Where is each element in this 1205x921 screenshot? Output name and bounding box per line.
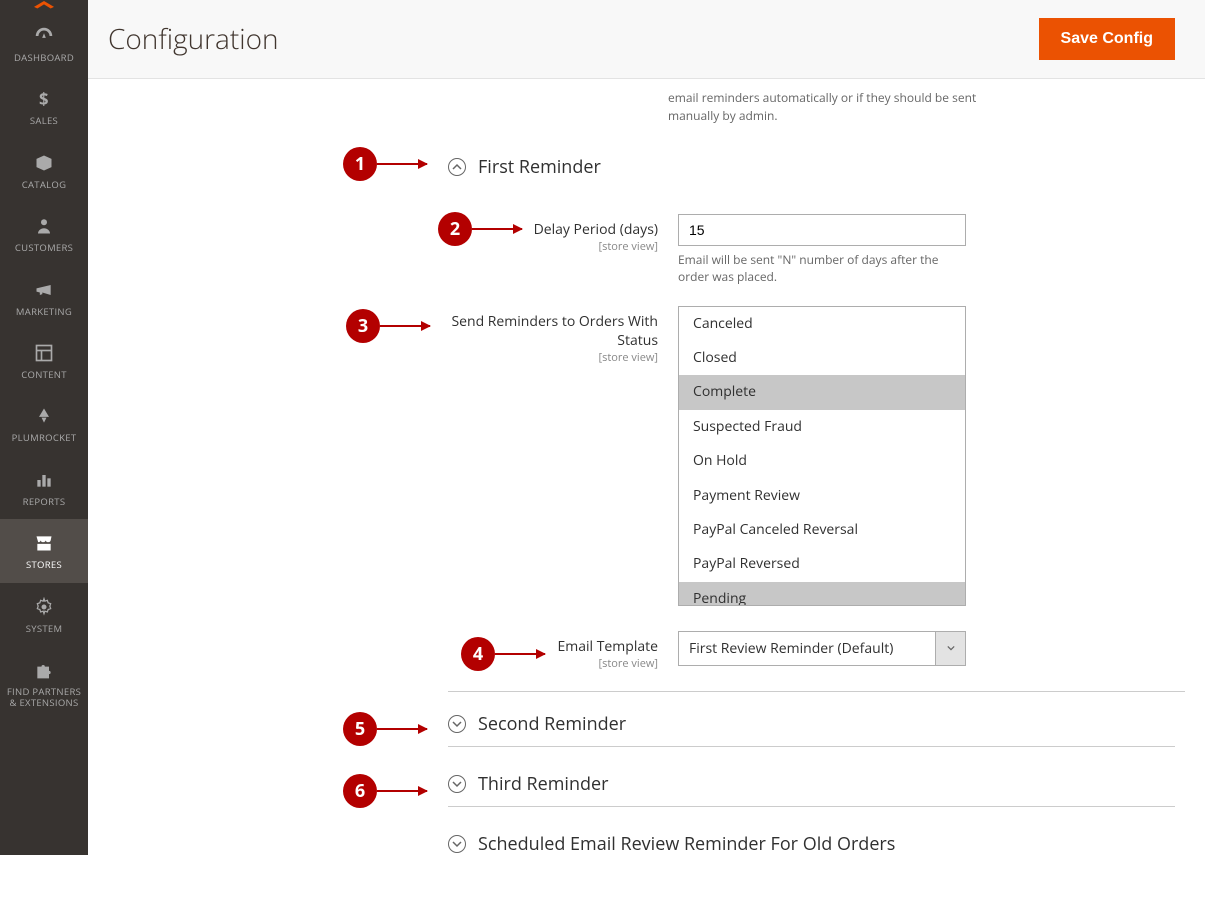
page-title: Configuration bbox=[108, 20, 279, 58]
annotation-1: 1 bbox=[343, 147, 427, 181]
section-first-reminder: First Reminder bbox=[448, 155, 1175, 179]
status-option[interactable]: Canceled bbox=[679, 307, 965, 341]
chevron-down-icon bbox=[452, 719, 462, 729]
megaphone-icon bbox=[32, 278, 56, 302]
admin-sidebar: DASHBOARD $ SALES CATALOG CUSTOMERS MARK… bbox=[0, 0, 88, 855]
section-title-second: Second Reminder bbox=[478, 712, 626, 736]
puzzle-icon bbox=[32, 658, 56, 682]
status-option[interactable]: Suspected Fraud bbox=[679, 410, 965, 444]
status-option[interactable]: PayPal Canceled Reversal bbox=[679, 513, 965, 547]
section-third-reminder: Third Reminder bbox=[448, 772, 1175, 807]
status-option[interactable]: PayPal Reversed bbox=[679, 547, 965, 581]
sidebar-item-catalog[interactable]: CATALOG bbox=[0, 139, 88, 202]
sidebar-item-customers[interactable]: CUSTOMERS bbox=[0, 202, 88, 265]
section-scheduled-reminder: Scheduled Email Review Reminder For Old … bbox=[448, 832, 1175, 856]
save-config-button[interactable]: Save Config bbox=[1039, 18, 1175, 60]
top-hint-text: email reminders automatically or if they… bbox=[668, 89, 1008, 125]
status-option[interactable]: Closed bbox=[679, 341, 965, 375]
status-option[interactable]: Payment Review bbox=[679, 479, 965, 513]
sidebar-item-stores[interactable]: STORES bbox=[0, 519, 88, 582]
config-form: email reminders automatically or if they… bbox=[88, 79, 1205, 921]
dollar-icon: $ bbox=[32, 87, 56, 111]
gear-icon bbox=[32, 595, 56, 619]
chevron-down-icon bbox=[452, 839, 462, 849]
template-value: First Review Reminder (Default) bbox=[679, 632, 935, 665]
status-scope: [store view] bbox=[448, 350, 658, 365]
field-email-template: Email Template [store view] First Review… bbox=[448, 631, 1185, 671]
magento-logo bbox=[0, 0, 88, 12]
collapse-toggle-scheduled[interactable] bbox=[448, 835, 466, 853]
divider bbox=[448, 691, 1185, 692]
sidebar-item-dashboard[interactable]: DASHBOARD bbox=[0, 12, 88, 75]
annotation-5: 5 bbox=[343, 712, 427, 746]
main-content: Configuration Save Config email reminder… bbox=[88, 0, 1205, 921]
chevron-up-icon bbox=[452, 162, 462, 172]
annotation-2: 2 bbox=[438, 212, 522, 246]
box-icon bbox=[32, 151, 56, 175]
status-label: Send Reminders to Orders With Status bbox=[451, 312, 658, 350]
sidebar-item-marketing[interactable]: MARKETING bbox=[0, 266, 88, 329]
layout-icon bbox=[32, 341, 56, 365]
delay-label: Delay Period (days) bbox=[534, 220, 658, 239]
delay-period-input[interactable] bbox=[678, 214, 966, 246]
sidebar-item-reports[interactable]: REPORTS bbox=[0, 456, 88, 519]
sidebar-item-partners[interactable]: FIND PARTNERS & EXTENSIONS bbox=[0, 646, 88, 721]
sidebar-item-sales[interactable]: $ SALES bbox=[0, 75, 88, 138]
section-title-first: First Reminder bbox=[478, 155, 601, 179]
chevron-down-icon bbox=[452, 779, 462, 789]
status-option[interactable]: On Hold bbox=[679, 444, 965, 478]
template-label: Email Template bbox=[558, 637, 659, 656]
field-order-status: Send Reminders to Orders With Status [st… bbox=[448, 306, 1185, 606]
status-option[interactable]: Pending bbox=[679, 582, 965, 606]
sidebar-item-system[interactable]: SYSTEM bbox=[0, 583, 88, 646]
email-template-select[interactable]: First Review Reminder (Default) bbox=[678, 631, 966, 666]
order-status-multiselect[interactable]: CanceledClosedCompleteSuspected FraudOn … bbox=[678, 306, 966, 606]
dropdown-arrow-icon bbox=[935, 632, 965, 665]
page-header: Configuration Save Config bbox=[88, 0, 1205, 79]
status-option[interactable]: Complete bbox=[679, 375, 965, 409]
store-icon bbox=[32, 531, 56, 555]
field-delay-period: Delay Period (days) [store view] Email w… bbox=[448, 214, 1185, 286]
delay-hint: Email will be sent "N" number of days af… bbox=[678, 252, 948, 286]
collapse-toggle-third[interactable] bbox=[448, 775, 466, 793]
sidebar-item-content[interactable]: CONTENT bbox=[0, 329, 88, 392]
section-title-third: Third Reminder bbox=[478, 772, 608, 796]
sidebar-item-plumrocket[interactable]: PLUMROCKET bbox=[0, 392, 88, 455]
plumrocket-icon bbox=[32, 404, 56, 428]
dashboard-icon bbox=[32, 24, 56, 48]
section-title-scheduled: Scheduled Email Review Reminder For Old … bbox=[478, 832, 895, 856]
person-icon bbox=[32, 214, 56, 238]
section-second-reminder: Second Reminder bbox=[448, 712, 1175, 747]
svg-text:$: $ bbox=[39, 89, 49, 109]
chart-icon bbox=[32, 468, 56, 492]
collapse-toggle-first[interactable] bbox=[448, 158, 466, 176]
annotation-4: 4 bbox=[461, 637, 545, 671]
collapse-toggle-second[interactable] bbox=[448, 715, 466, 733]
annotation-6: 6 bbox=[343, 774, 427, 808]
annotation-3: 3 bbox=[346, 309, 430, 343]
